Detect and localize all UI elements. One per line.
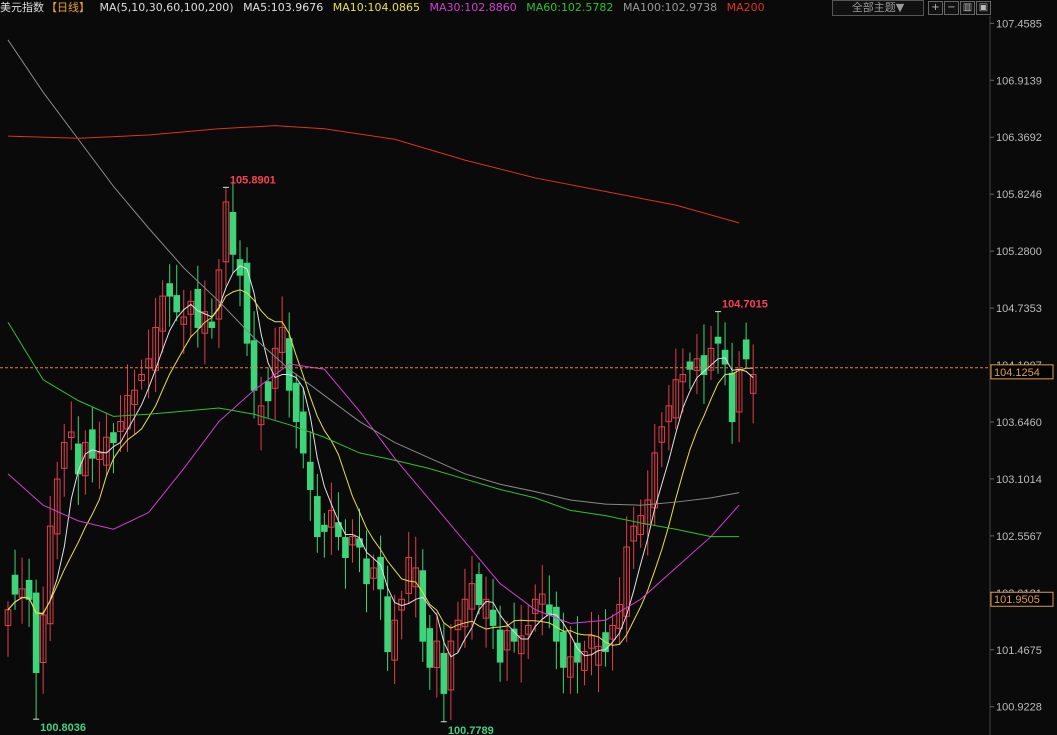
candle-body — [264, 381, 272, 402]
candle-body — [314, 496, 321, 538]
candle-body — [229, 211, 237, 255]
candle-body — [110, 432, 117, 443]
candle-body — [11, 574, 19, 595]
y-tick-label: 106.3692 — [996, 132, 1042, 144]
candle-body — [440, 653, 448, 694]
candle-body — [728, 372, 736, 423]
high-annotation: 104.7015 — [722, 299, 768, 311]
candle-body — [25, 579, 33, 600]
candle-body — [306, 461, 314, 491]
high-annotation: 105.8901 — [230, 174, 276, 186]
y-tick-label: 106.9139 — [996, 75, 1042, 87]
candle-body — [342, 537, 349, 558]
current-price-label: 104.1254 — [994, 367, 1040, 379]
candle-body — [166, 283, 173, 297]
y-tick-label: 105.2800 — [996, 246, 1042, 258]
candle-body — [32, 592, 40, 673]
candle-body — [489, 609, 497, 626]
candle-body — [384, 596, 391, 653]
candle-body — [173, 295, 181, 313]
candle-body — [299, 411, 307, 454]
marker-price-label: 101.9505 — [994, 594, 1040, 606]
y-tick-label: 107.4585 — [996, 18, 1042, 30]
candle-body — [292, 382, 300, 423]
y-tick-label: 102.5567 — [996, 531, 1042, 543]
y-tick-label: 105.8246 — [996, 189, 1042, 201]
low-annotation: 100.7789 — [448, 725, 494, 735]
candle-body — [250, 340, 258, 391]
y-tick-label: 100.9228 — [996, 702, 1042, 714]
low-annotation: 100.8036 — [40, 722, 86, 734]
candle-body — [356, 538, 363, 548]
candle-body — [426, 628, 434, 668]
y-tick-label: 103.6460 — [996, 417, 1042, 429]
candle-body — [510, 628, 518, 642]
candle-body — [377, 556, 384, 590]
candle-body — [574, 642, 581, 663]
candle-body — [321, 524, 328, 532]
candle-body — [496, 629, 504, 663]
candle-body — [89, 429, 96, 459]
candle-body — [208, 321, 216, 328]
y-tick-label: 101.4675 — [996, 645, 1042, 657]
y-tick-label: 104.7353 — [996, 303, 1042, 315]
candle-body — [475, 574, 483, 606]
candle-body — [419, 570, 427, 642]
candle-body — [742, 339, 750, 360]
candle-body — [560, 631, 567, 668]
candlestick-chart[interactable]: 107.4585 106.9139 106.3692 105.8246 105.2800… — [0, 0, 1057, 735]
candle-body — [75, 443, 82, 475]
candle-body — [363, 558, 370, 585]
candle-body — [553, 606, 560, 642]
y-tick-label: 103.1014 — [996, 474, 1042, 486]
candle-body — [714, 336, 722, 344]
